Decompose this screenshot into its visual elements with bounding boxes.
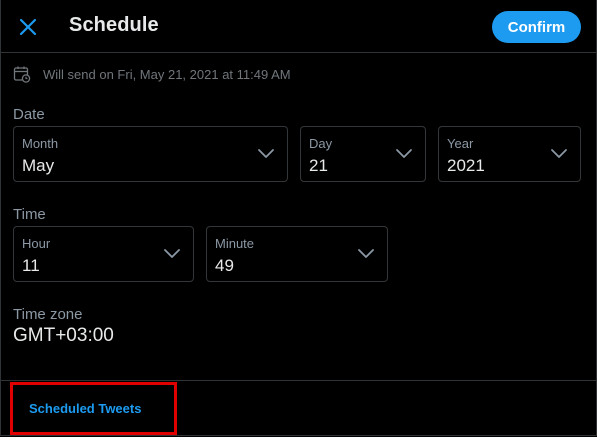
month-value: May	[22, 156, 55, 175]
month-select[interactable]: Month May	[13, 126, 288, 182]
year-select[interactable]: Year 2021	[438, 126, 581, 182]
month-label: Month	[22, 136, 59, 151]
chevron-down-icon	[164, 249, 180, 258]
minute-label: Minute	[215, 236, 255, 251]
timezone-value: GMT+03:00	[13, 325, 114, 346]
close-button[interactable]	[13, 12, 43, 42]
time-section-label: Time	[13, 206, 46, 223]
schedule-summary-text: Will send on Fri, May 21, 2021 at 11:49 …	[43, 66, 291, 82]
year-value: 2021	[447, 156, 485, 175]
calendar-clock-icon	[13, 65, 31, 83]
chevron-down-icon	[396, 149, 412, 158]
dialog-header: Schedule Confirm	[1, 0, 596, 53]
day-label: Day	[309, 136, 333, 151]
schedule-summary: Will send on Fri, May 21, 2021 at 11:49 …	[13, 64, 291, 84]
day-select[interactable]: Day 21	[300, 126, 426, 182]
minute-value: 49	[215, 256, 234, 275]
scheduled-tweets-link[interactable]: Scheduled Tweets	[29, 401, 141, 416]
hour-value: 11	[22, 256, 40, 275]
chevron-down-icon	[551, 149, 567, 158]
date-section-label: Date	[13, 106, 45, 123]
timezone-label: Time zone	[13, 306, 83, 323]
footer-divider	[1, 380, 596, 381]
chevron-down-icon	[358, 249, 374, 258]
minute-select[interactable]: Minute 49	[206, 226, 388, 282]
close-icon	[19, 18, 37, 36]
day-value: 21	[309, 156, 328, 175]
chevron-down-icon	[258, 149, 274, 158]
hour-select[interactable]: Hour 11	[13, 226, 194, 282]
page-title: Schedule	[69, 14, 159, 36]
schedule-dialog: Schedule Confirm Will send on Fri, May 2…	[0, 0, 597, 436]
confirm-button[interactable]: Confirm	[492, 11, 581, 43]
hour-label: Hour	[22, 236, 51, 251]
year-label: Year	[447, 136, 474, 151]
